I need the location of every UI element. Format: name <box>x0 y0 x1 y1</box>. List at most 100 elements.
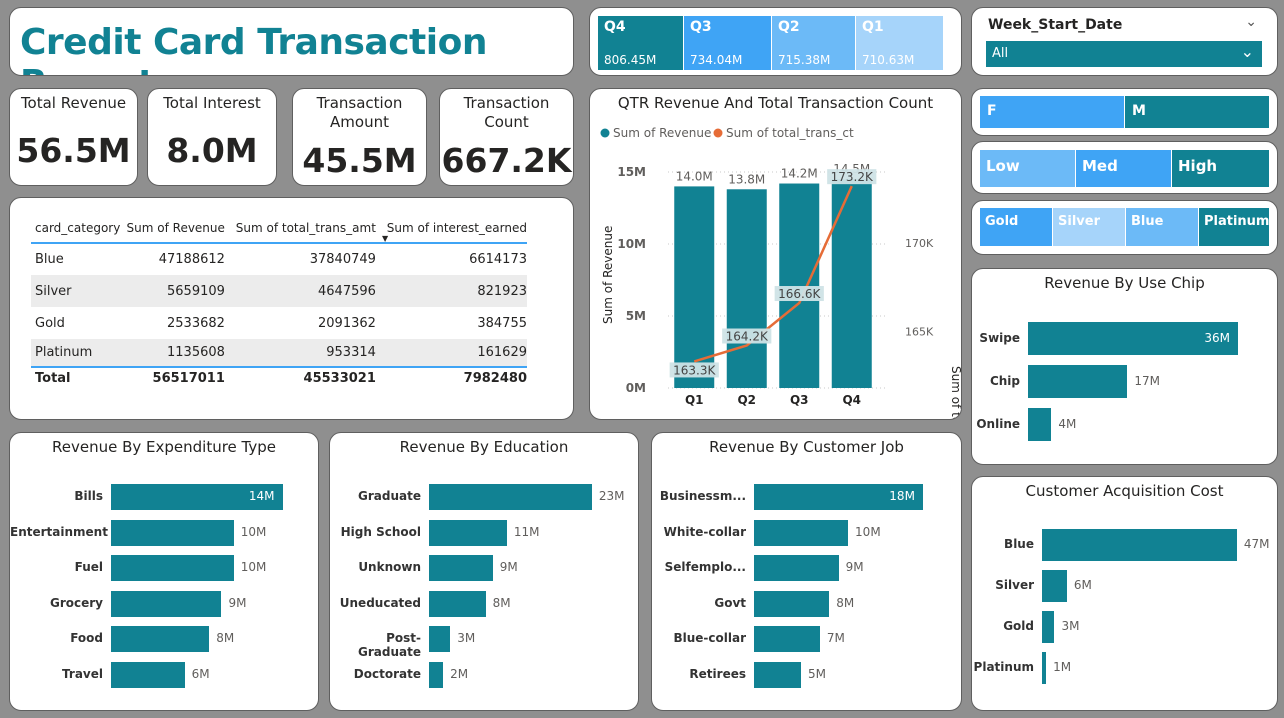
card-option-blue[interactable]: Blue <box>1126 208 1198 246</box>
card-option-platinum[interactable]: Platinum <box>1199 208 1269 246</box>
income-option-med[interactable]: Med <box>1076 150 1171 187</box>
bar-category-label: Chip <box>989 373 1020 388</box>
bar[interactable] <box>1028 365 1128 398</box>
chevron-down-icon[interactable]: ⌄ <box>1245 14 1257 30</box>
table-row[interactable]: Blue 47188612 37840749 6614173 <box>31 243 527 275</box>
bar[interactable] <box>754 661 802 688</box>
quarter-value: 715.38M <box>778 53 831 67</box>
table-cell: 37840749 <box>309 252 376 267</box>
card-option-gold[interactable]: Gold <box>980 208 1052 246</box>
kpi-value: 8.0M <box>166 131 258 170</box>
table-row[interactable]: Platinum 1135608 953314 161629 <box>31 339 527 367</box>
income-label: Low <box>986 157 1020 175</box>
bar-category-label: Doctorate <box>353 666 421 681</box>
bar[interactable] <box>429 555 493 581</box>
quarter-label: Q4 <box>604 19 626 35</box>
bar-category-label: Swipe <box>979 330 1020 345</box>
column-header[interactable]: Sum of interest_earned <box>376 213 527 243</box>
bar[interactable] <box>1042 529 1237 561</box>
bar-category-label: Silver <box>995 578 1034 592</box>
table-row[interactable]: Gold 2533682 2091362 384755 <box>31 307 527 339</box>
bar-data-label: 8M <box>492 595 511 610</box>
legend-label: Sum of total_trans_ct <box>726 126 854 140</box>
legend-label: Sum of Revenue <box>613 126 711 140</box>
table-row[interactable]: Silver 5659109 4647596 821923 <box>31 275 527 307</box>
gender-slicer-card: F M <box>971 88 1278 136</box>
column-header[interactable]: Sum of total_trans_amt <box>225 213 376 243</box>
bar[interactable] <box>1042 652 1047 684</box>
column-header[interactable]: Sum of Revenue <box>123 213 225 243</box>
week-filter-value: All <box>992 46 1009 61</box>
bar[interactable] <box>429 519 507 546</box>
bar-data-label: 3M <box>1061 619 1080 633</box>
bar-data-label: 6M <box>1073 578 1092 592</box>
kpi-transaction-amount: Transaction Amount 45.5M <box>292 88 427 186</box>
table-total-cell: Total <box>35 371 71 386</box>
kpi-value: 56.5M <box>16 131 131 170</box>
bar[interactable] <box>429 626 451 652</box>
week-filter-card: Week_Start_Date ⌄ All ⌄ <box>971 7 1278 76</box>
legend-marker <box>713 128 723 138</box>
quarter-slicer-card: Q4 806.45M Q3 734.04M Q2 715.38M Q1 710.63M <box>589 7 962 76</box>
bar[interactable] <box>1042 570 1067 602</box>
x-tick-label: Q2 <box>737 393 756 407</box>
bar[interactable] <box>429 661 444 688</box>
quarter-value: 734.04M <box>690 53 743 67</box>
table-cell: Blue <box>35 252 64 267</box>
bar-category-label: Platinum <box>973 660 1034 674</box>
revenue-data-label: 14.2M <box>781 167 818 181</box>
bar-category-label: Uneducated <box>339 595 421 610</box>
bar[interactable] <box>754 519 849 546</box>
education-chart: Graduate 23M High School 11M Unknown 9M Uneduc… <box>330 433 638 710</box>
customer-job-chart-card: Revenue By Customer Job Businessm... 18M W… <box>651 432 962 711</box>
table-cell: 2091362 <box>318 315 376 331</box>
bar[interactable] <box>754 590 830 617</box>
quarter-option-q4[interactable]: Q4 806.45M <box>598 16 683 70</box>
bar-data-label: 9M <box>228 595 247 610</box>
card-label: Blue <box>1131 214 1164 229</box>
bar[interactable] <box>754 626 820 652</box>
week-filter-dropdown[interactable]: All ⌄ <box>986 41 1262 67</box>
bar[interactable] <box>111 590 222 617</box>
bar-category-label: Selfemplo... <box>664 560 746 574</box>
income-label: High <box>1178 157 1218 175</box>
kpi-label: Transaction Amount <box>316 94 403 131</box>
bar-data-label: 4M <box>1058 416 1077 431</box>
quarter-option-q1[interactable]: Q1 710.63M <box>856 16 943 70</box>
bar[interactable] <box>754 555 839 581</box>
table-total-row: Total 56517011 45533021 7982480 <box>31 367 527 389</box>
bar[interactable] <box>111 519 234 546</box>
table-cell: 161629 <box>477 345 527 360</box>
table-cell: 5659109 <box>167 283 225 299</box>
bar[interactable] <box>429 484 592 510</box>
bar-data-label: 36M <box>1204 330 1230 345</box>
trans-count-data-label: 173.2K <box>831 170 874 184</box>
bar[interactable] <box>111 555 234 581</box>
quarter-option-q2[interactable]: Q2 715.38M <box>772 16 855 70</box>
gender-option-f[interactable]: F <box>980 96 1124 128</box>
quarter-option-q3[interactable]: Q3 734.04M <box>684 16 771 70</box>
table-cell: 4647596 <box>318 283 376 299</box>
table-cell: 384755 <box>477 315 527 331</box>
column-header[interactable]: card_category <box>31 213 123 243</box>
bar[interactable] <box>429 590 486 617</box>
card-option-silver[interactable]: Silver <box>1053 208 1125 246</box>
bar[interactable] <box>1042 611 1055 643</box>
bar-data-label: 17M <box>1134 373 1160 388</box>
income-option-low[interactable]: Low <box>980 150 1075 187</box>
bar-data-label: 5M <box>808 666 827 681</box>
income-option-high[interactable]: High <box>1172 150 1269 187</box>
quarter-label: Q3 <box>690 19 712 35</box>
y-tick-label: 15M <box>617 165 646 179</box>
sort-descending-icon: ▼ <box>382 234 389 243</box>
kpi-label: Transaction Count <box>463 94 550 131</box>
bar[interactable] <box>111 661 185 688</box>
gender-option-m[interactable]: M <box>1125 96 1269 128</box>
bar[interactable] <box>1028 408 1052 441</box>
kpi-total-interest: Total Interest 8.0M <box>147 88 277 186</box>
revenue-bar <box>779 183 820 388</box>
kpi-value: 667.2K <box>441 141 572 180</box>
bar[interactable] <box>111 626 210 652</box>
bar-category-label: Gold <box>1003 619 1034 633</box>
bar-data-label: 10M <box>240 524 267 539</box>
